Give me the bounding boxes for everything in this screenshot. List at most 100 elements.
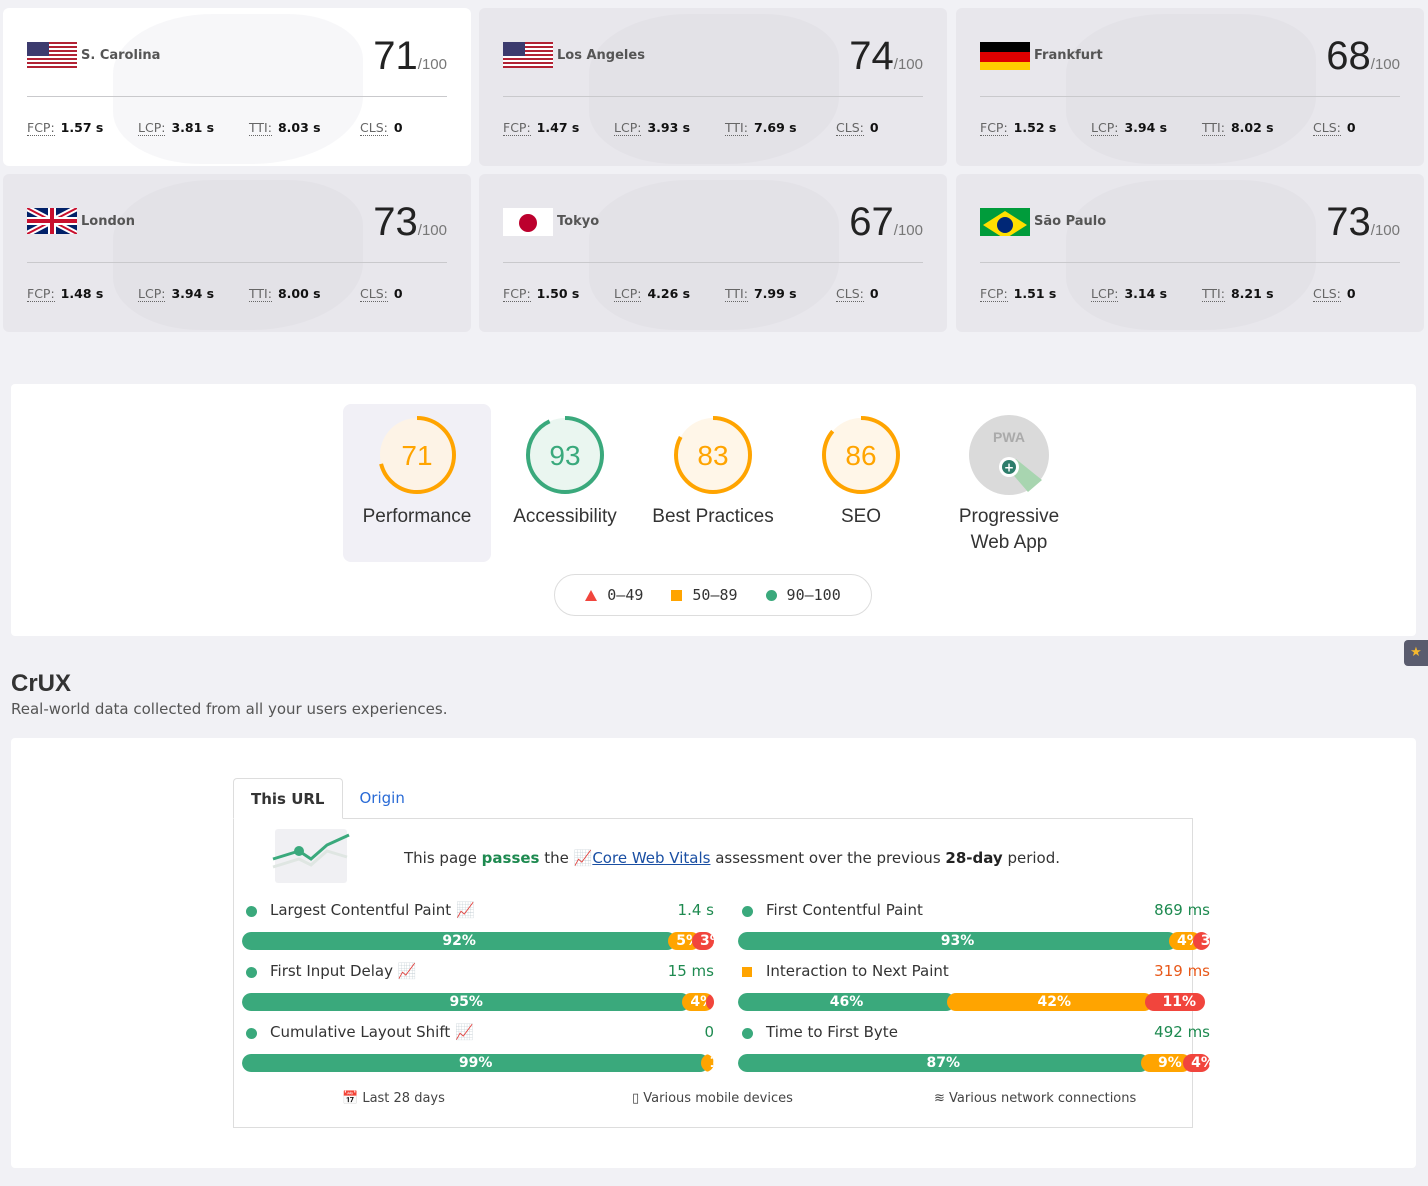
- metric-lcp-label[interactable]: LCP:: [1091, 120, 1119, 136]
- location-card[interactable]: London 73/100 FCP: 1.48 s LCP: 3.94 s TTI: 8.…: [3, 174, 471, 332]
- metric-cls-value: 0: [869, 120, 879, 135]
- location-card[interactable]: Tokyo 67/100 FCP: 1.50 s LCP: 4.26 s TTI: 7.9…: [479, 174, 947, 332]
- map-background: [1066, 180, 1316, 330]
- metric-cls: CLS: 0: [360, 286, 471, 302]
- crux-metric: Interaction to Next Paint 319 ms 46% 42% 11…: [738, 962, 1210, 1011]
- metric-cls-value: 0: [869, 286, 879, 301]
- location-card[interactable]: Los Angeles 74/100 FCP: 1.47 s LCP: 3.93 s T…: [479, 8, 947, 166]
- metric-fcp-label[interactable]: FCP:: [27, 120, 55, 136]
- gauge-accessibility[interactable]: 93 Accessibility: [491, 404, 639, 530]
- metric-tti-label[interactable]: TTI:: [1202, 120, 1225, 136]
- segment-average[interactable]: 1%: [701, 1054, 714, 1072]
- score-ring: 86: [822, 416, 900, 494]
- metric-fcp-label[interactable]: FCP:: [980, 286, 1008, 302]
- metric-fcp: FCP: 1.47 s: [503, 120, 614, 136]
- segment-good[interactable]: 92%: [242, 932, 677, 950]
- metric-fcp-label[interactable]: FCP:: [503, 120, 531, 136]
- gauge-score: 71: [401, 440, 432, 471]
- metric-cls-label[interactable]: CLS:: [1313, 120, 1341, 136]
- metric-lcp-label[interactable]: LCP:: [1091, 286, 1119, 302]
- metric-lcp-label[interactable]: LCP:: [614, 120, 642, 136]
- flag-de-icon: [980, 42, 1030, 70]
- gauge-seo[interactable]: 86 SEO: [787, 404, 935, 530]
- location-card[interactable]: S. Carolina 71/100 FCP: 1.57 s LCP: 3.81 s T…: [3, 8, 471, 166]
- segment-poor[interactable]: 3%: [1192, 932, 1210, 950]
- metric-value: 1.4 s: [677, 901, 714, 919]
- metric-tti-label[interactable]: TTI:: [725, 286, 748, 302]
- metric-lcp-label[interactable]: LCP:: [138, 286, 166, 302]
- metric-fcp-label[interactable]: FCP:: [27, 286, 55, 302]
- star-icon[interactable]: ★: [1404, 640, 1428, 666]
- metric-tti-label[interactable]: TTI:: [249, 120, 272, 136]
- metric-fcp-value: 1.50 s: [536, 286, 580, 301]
- metric-lcp: LCP: 3.94 s: [138, 286, 249, 302]
- location-score: 67/100: [849, 200, 923, 244]
- tab-this-url[interactable]: This URL: [233, 778, 343, 819]
- gauge-performance[interactable]: 71 Performance: [343, 404, 491, 562]
- lighthouse-panel: 71 Performance 93 Accessibility 83 Best Pract…: [11, 384, 1416, 636]
- gauge-label: Progressive Web App: [958, 506, 1060, 553]
- segment-good[interactable]: 87%: [738, 1054, 1149, 1072]
- metric-tti: TTI: 8.21 s: [1202, 286, 1313, 302]
- metric-cls-value: 0: [393, 120, 403, 135]
- metric-lcp-value: 3.94 s: [1124, 120, 1168, 135]
- metric-lcp-value: 3.81 s: [171, 120, 215, 135]
- metric-cls-value: 0: [1346, 286, 1356, 301]
- segment-good[interactable]: 93%: [738, 932, 1177, 950]
- metric-tti-value: 8.00 s: [277, 286, 321, 301]
- status-dot-icon: [246, 1028, 257, 1039]
- metric-fcp-label[interactable]: FCP:: [503, 286, 531, 302]
- flag-jp-icon: [503, 208, 553, 236]
- gauge-score: 93: [549, 440, 580, 471]
- metric-cls-label[interactable]: CLS:: [360, 120, 388, 136]
- metric-fcp-value: 1.48 s: [60, 286, 104, 301]
- network-info: ≋ Various network connections: [934, 1091, 1137, 1106]
- location-card[interactable]: Frankfurt 68/100 FCP: 1.52 s LCP: 3.94 s TTI…: [956, 8, 1424, 166]
- chart-emoji-icon[interactable]: 📈: [456, 901, 475, 919]
- metric-cls: CLS: 0: [1313, 286, 1424, 302]
- segment-good[interactable]: 99%: [242, 1054, 710, 1072]
- metric-tti: TTI: 8.00 s: [249, 286, 360, 302]
- period-info: 📅 Last 28 days: [342, 1091, 445, 1106]
- metric-fcp-label[interactable]: FCP:: [980, 120, 1008, 136]
- location-card[interactable]: São Paulo 73/100 FCP: 1.51 s LCP: 3.14 s TTI…: [956, 174, 1424, 332]
- chart-emoji-icon[interactable]: 📈: [455, 1023, 474, 1041]
- metric-lcp-label[interactable]: LCP:: [138, 120, 166, 136]
- cwv-assessment: This page passes the 📈Core Web Vitals as…: [404, 849, 1061, 867]
- metric-tti-label[interactable]: TTI:: [249, 286, 272, 302]
- gauge-best-practices[interactable]: 83 Best Practices: [639, 404, 787, 530]
- segment-good[interactable]: 95%: [242, 993, 691, 1011]
- segment-poor[interactable]: 4%: [1183, 1054, 1210, 1072]
- score-legend: 0–49 50–89 90–100: [554, 574, 872, 616]
- divider: [503, 96, 923, 97]
- crux-metric: First Input Delay 📈 15 ms 95%4%1%: [242, 962, 714, 1011]
- crux-metric: First Contentful Paint 869 ms 93%4%3%: [738, 901, 1210, 950]
- map-background: [589, 14, 839, 164]
- tab-origin[interactable]: Origin: [343, 778, 422, 819]
- metric-tti-label[interactable]: TTI:: [1202, 286, 1225, 302]
- distribution-bar: 92%5%3%: [242, 932, 714, 950]
- metric-cls-label[interactable]: CLS:: [836, 120, 864, 136]
- triangle-icon: [585, 586, 607, 604]
- segment-good[interactable]: 46%: [738, 993, 956, 1011]
- metric-fcp-value: 1.52 s: [1013, 120, 1057, 135]
- crux-metric: Largest Contentful Paint 📈 1.4 s 92%5%3%: [242, 901, 714, 950]
- device-info: ▯ Various mobile devices: [632, 1091, 793, 1106]
- segment-poor[interactable]: 3%: [692, 932, 714, 950]
- metric-tti-value: 7.99 s: [753, 286, 797, 301]
- gauge-progressive-web-app[interactable]: PWA + Progressive Web App: [935, 404, 1083, 556]
- metric-cls-label[interactable]: CLS:: [1313, 286, 1341, 302]
- metric-cls-label[interactable]: CLS:: [360, 286, 388, 302]
- metric-lcp-label[interactable]: LCP:: [614, 286, 642, 302]
- chart-emoji-icon[interactable]: 📈: [398, 962, 417, 980]
- chart-emoji-icon: 📈: [573, 849, 593, 867]
- metric-value: 319 ms: [1154, 962, 1210, 980]
- segment-average[interactable]: 42%: [947, 993, 1154, 1011]
- segment-poor[interactable]: 11%: [1145, 993, 1206, 1011]
- distribution-bar: 87%9%4%: [738, 1054, 1210, 1072]
- flag-br-icon: [980, 208, 1030, 236]
- metric-tti-label[interactable]: TTI:: [725, 120, 748, 136]
- metric-cls-label[interactable]: CLS:: [836, 286, 864, 302]
- core-web-vitals-link[interactable]: Core Web Vitals: [592, 849, 710, 867]
- status-dot-icon: [742, 1028, 753, 1039]
